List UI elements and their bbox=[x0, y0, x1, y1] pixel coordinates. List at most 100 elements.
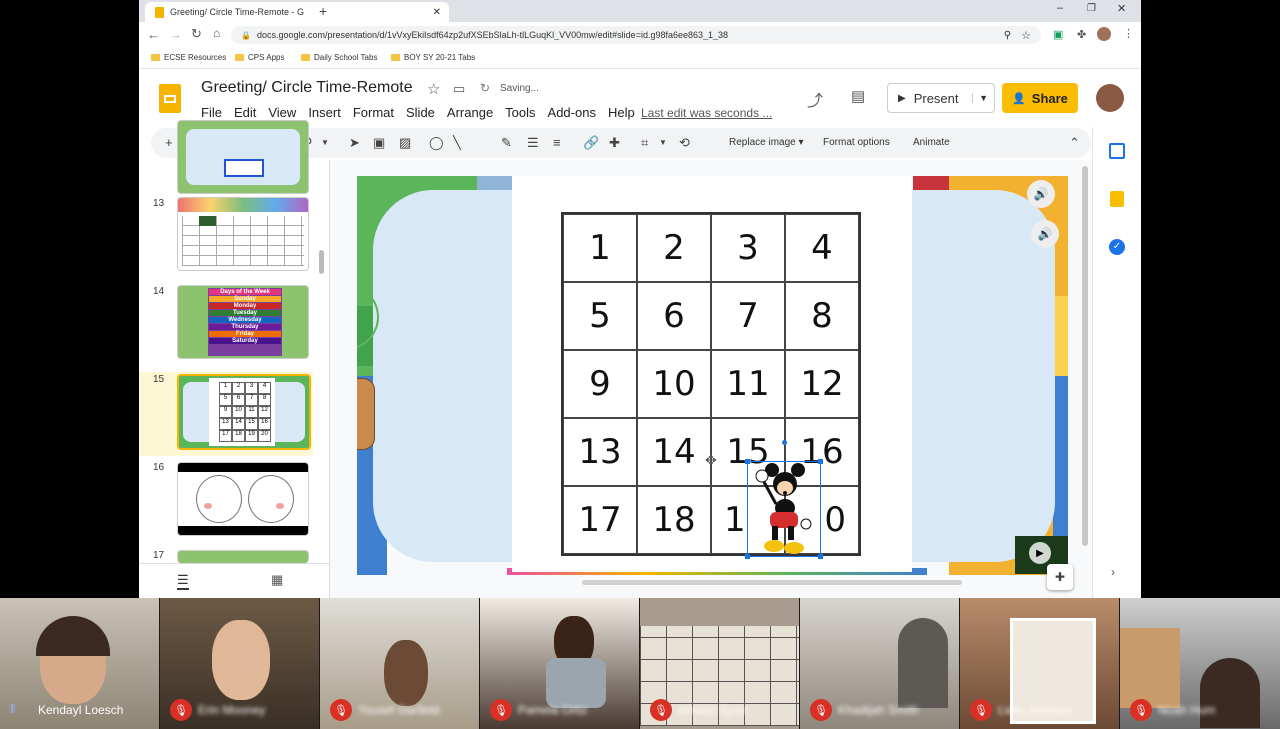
format-options-button[interactable]: Format options bbox=[823, 137, 890, 148]
chevron-down-icon[interactable]: ▼ bbox=[972, 93, 988, 103]
grid-cell: 10 bbox=[637, 350, 711, 418]
chevron-down-icon[interactable]: ▼ bbox=[321, 138, 329, 147]
add-comment-icon[interactable]: ✚ bbox=[609, 135, 620, 151]
tasks-icon[interactable]: ✓ bbox=[1109, 239, 1125, 255]
bookmark-item[interactable]: BOY SY 20-21 Tabs bbox=[391, 53, 475, 62]
menu-slide[interactable]: Slide bbox=[406, 105, 435, 120]
profile-avatar[interactable] bbox=[1097, 27, 1111, 41]
filmstrip-view-icon[interactable]: ☰ bbox=[177, 572, 189, 590]
participant-tile[interactable]: 🎙 Noah Hum bbox=[1120, 598, 1280, 729]
reload-icon[interactable]: ↻ bbox=[191, 26, 202, 42]
collapse-toolbar-icon[interactable]: ⌃ bbox=[1069, 135, 1080, 151]
menu-edit[interactable]: Edit bbox=[234, 105, 256, 120]
resize-handle[interactable] bbox=[745, 554, 750, 559]
last-edit-link[interactable]: Last edit was seconds ... bbox=[641, 106, 772, 120]
grid-cell: 11 bbox=[711, 350, 785, 418]
zoom-icon[interactable]: ⚲ bbox=[1004, 30, 1011, 41]
slide-thumbnail-15[interactable]: 1 2 3 4 5 6 7 8 9 10 11 12 13 14 15 16 1… bbox=[177, 374, 311, 450]
slide-thumbnail-12[interactable] bbox=[177, 120, 309, 194]
participant-tile[interactable]: ⦀ Kendayl Loesch bbox=[0, 598, 159, 729]
share-button[interactable]: 👤 Share bbox=[1002, 83, 1078, 113]
slide-number: 16 bbox=[153, 462, 165, 473]
resize-handle[interactable] bbox=[745, 459, 750, 464]
slides-logo-icon[interactable] bbox=[159, 84, 181, 113]
reset-image-icon[interactable]: ⟲ bbox=[679, 135, 690, 151]
line-dash-icon[interactable]: ≡ bbox=[553, 135, 561, 150]
browser-tab[interactable]: Greeting/ Circle Time-Remote - G ✕ bbox=[145, 2, 449, 22]
bookmark-star-icon[interactable]: ☆ bbox=[1021, 29, 1031, 42]
shape-icon[interactable]: ◯ bbox=[429, 135, 444, 151]
maximize-icon[interactable]: ❐ bbox=[1087, 3, 1096, 14]
expand-panel-icon[interactable]: › bbox=[1111, 565, 1115, 579]
rotate-handle[interactable] bbox=[782, 440, 787, 445]
image-icon[interactable]: ▨ bbox=[399, 135, 411, 151]
line-icon[interactable]: ╲ bbox=[453, 135, 461, 151]
activity-icon[interactable]: ⤴ bbox=[807, 87, 823, 111]
close-window-icon[interactable]: ✕ bbox=[1117, 2, 1126, 15]
line-weight-icon[interactable]: ☰ bbox=[527, 135, 539, 151]
speaker-icon[interactable]: 🔊 bbox=[1027, 180, 1055, 208]
forward-icon[interactable]: → bbox=[169, 27, 182, 42]
calendar-icon[interactable] bbox=[1109, 143, 1125, 159]
participant-tile[interactable]: 🎙 Erin Mooney bbox=[160, 598, 319, 729]
bookmark-item[interactable]: ECSE Resources bbox=[151, 53, 226, 62]
canvas-hscrollbar[interactable] bbox=[582, 580, 962, 585]
resize-handle[interactable] bbox=[818, 554, 823, 559]
account-avatar[interactable] bbox=[1096, 84, 1124, 112]
menu-tools[interactable]: Tools bbox=[505, 105, 535, 120]
crop-icon[interactable]: ⌗ bbox=[641, 135, 648, 151]
replace-image-button[interactable]: Replace image ▾ bbox=[729, 137, 804, 148]
chevron-down-icon[interactable]: ▼ bbox=[659, 138, 667, 147]
chrome-menu-icon[interactable]: ⋮ bbox=[1123, 27, 1134, 40]
speaker-icon[interactable]: 🔊 bbox=[1031, 220, 1059, 248]
menu-insert[interactable]: Insert bbox=[308, 105, 341, 120]
menu-file[interactable]: File bbox=[201, 105, 222, 120]
animate-button[interactable]: Animate bbox=[913, 137, 950, 148]
minimize-icon[interactable]: – bbox=[1057, 2, 1063, 14]
new-slide-icon[interactable]: + bbox=[165, 135, 173, 150]
mickey-image[interactable] bbox=[745, 440, 823, 559]
participant-tile[interactable]: 🎙 Khadijah Smith bbox=[800, 598, 959, 729]
puzzle-icon[interactable]: ✤ bbox=[1077, 28, 1086, 41]
slide-thumbnail-17[interactable] bbox=[177, 550, 309, 563]
participant-tile[interactable]: 🎙 Yousef Garfield bbox=[320, 598, 479, 729]
text-box-icon[interactable]: ▣ bbox=[373, 135, 385, 151]
doc-title[interactable]: Greeting/ Circle Time-Remote bbox=[201, 79, 413, 97]
home-icon[interactable]: ⌂ bbox=[213, 26, 220, 40]
mini-number-grid: 1 2 3 4 5 6 7 8 9 10 11 12 13 14 15 16 1… bbox=[219, 382, 271, 442]
slide-thumbnail-16[interactable] bbox=[177, 462, 309, 536]
grid-view-icon[interactable]: ▦ bbox=[271, 572, 283, 588]
tab-close-icon[interactable]: ✕ bbox=[433, 7, 441, 18]
participant-tile[interactable]: 🎙 Pamela Ortiz bbox=[480, 598, 639, 729]
muted-mic-icon: 🎙 bbox=[1130, 699, 1152, 721]
participant-name: Arbaaz Syed bbox=[678, 703, 747, 717]
present-button[interactable]: ▶ Present ▼ bbox=[887, 83, 995, 113]
slide-thumbnail-14[interactable]: Days of the Week Sunday Monday Tuesday W… bbox=[177, 285, 309, 359]
url-field[interactable]: 🔒 docs.google.com/presentation/d/1vVxyEk… bbox=[231, 26, 1041, 44]
extension-icon[interactable]: ▣ bbox=[1053, 28, 1063, 41]
move-folder-icon[interactable]: ▭ bbox=[453, 81, 465, 97]
slide-number: 14 bbox=[153, 286, 165, 297]
menu-help[interactable]: Help bbox=[608, 105, 635, 120]
pen-icon[interactable]: ✎ bbox=[501, 135, 512, 151]
slide-thumbnail-13[interactable] bbox=[177, 197, 309, 271]
bookmark-item[interactable]: Daily School Tabs bbox=[301, 53, 377, 62]
keep-icon[interactable] bbox=[1110, 191, 1124, 207]
filmstrip-scrollbar[interactable] bbox=[319, 250, 324, 274]
select-cursor-icon[interactable]: ➤ bbox=[349, 135, 360, 151]
menu-addons[interactable]: Add-ons bbox=[548, 105, 596, 120]
explore-button[interactable]: ✚ bbox=[1047, 564, 1073, 590]
menu-view[interactable]: View bbox=[268, 105, 296, 120]
resize-handle[interactable] bbox=[818, 459, 823, 464]
participant-tile[interactable]: 🎙 Liam Johnson bbox=[960, 598, 1119, 729]
star-icon[interactable]: ☆ bbox=[427, 80, 440, 98]
link-icon[interactable]: 🔗 bbox=[583, 135, 599, 151]
bookmark-item[interactable]: CPS Apps bbox=[235, 53, 284, 62]
comments-icon[interactable]: ▤ bbox=[851, 87, 865, 105]
new-tab-icon[interactable]: + bbox=[319, 3, 327, 19]
menu-format[interactable]: Format bbox=[353, 105, 394, 120]
menu-arrange[interactable]: Arrange bbox=[447, 105, 493, 120]
back-icon[interactable]: ← bbox=[147, 27, 160, 42]
canvas-scrollbar[interactable] bbox=[1082, 166, 1088, 546]
participant-tile[interactable]: 🎙 Arbaaz Syed bbox=[640, 598, 799, 729]
